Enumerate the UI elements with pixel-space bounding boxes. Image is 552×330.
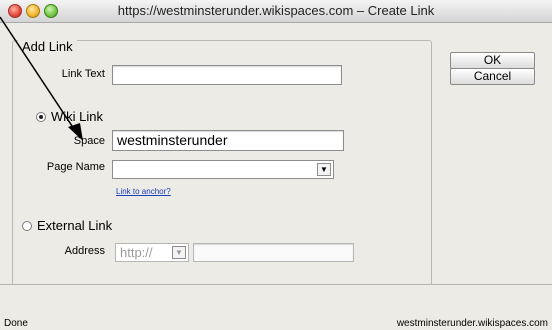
address-protocol-select[interactable]: http:// ▼	[115, 243, 189, 262]
link-text-label: Link Text	[61, 68, 105, 80]
space-label: Space	[73, 135, 105, 147]
status-host: westminsterunder.wikispaces.com	[396, 318, 548, 329]
window-titlebar: https://westminsterunder.wikispaces.com …	[0, 0, 552, 23]
external-link-label: External Link	[37, 218, 113, 233]
link-to-anchor-link[interactable]: Link to anchor?	[116, 187, 171, 196]
ok-button[interactable]: OK	[450, 52, 535, 69]
add-link-legend: Add Link	[18, 39, 77, 54]
space-input[interactable]: westminsterunder	[112, 130, 344, 151]
wiki-link-radio[interactable]	[36, 111, 46, 122]
page-name-select[interactable]: ▼	[112, 160, 334, 179]
status-text: Done	[4, 318, 28, 329]
link-text-input[interactable]	[112, 65, 342, 85]
status-bar: Done westminsterunder.wikispaces.com	[0, 284, 552, 330]
page-name-label: Page Name	[46, 161, 105, 173]
window-title: https://westminsterunder.wikispaces.com …	[117, 3, 435, 18]
wiki-link-option[interactable]: Wiki Link	[36, 109, 103, 124]
dialog-content: Add Link Link Text Wiki Link Space westm…	[0, 23, 552, 302]
cancel-button[interactable]: Cancel	[450, 68, 535, 85]
address-protocol-value: http://	[120, 245, 153, 260]
chevron-down-icon[interactable]: ▼	[317, 163, 331, 176]
address-label: Address	[64, 245, 105, 257]
chevron-down-icon[interactable]: ▼	[172, 246, 186, 259]
external-link-radio[interactable]	[22, 220, 32, 231]
wiki-link-label: Wiki Link	[51, 109, 104, 124]
address-input[interactable]	[193, 243, 354, 262]
external-link-option[interactable]: External Link	[22, 218, 112, 233]
